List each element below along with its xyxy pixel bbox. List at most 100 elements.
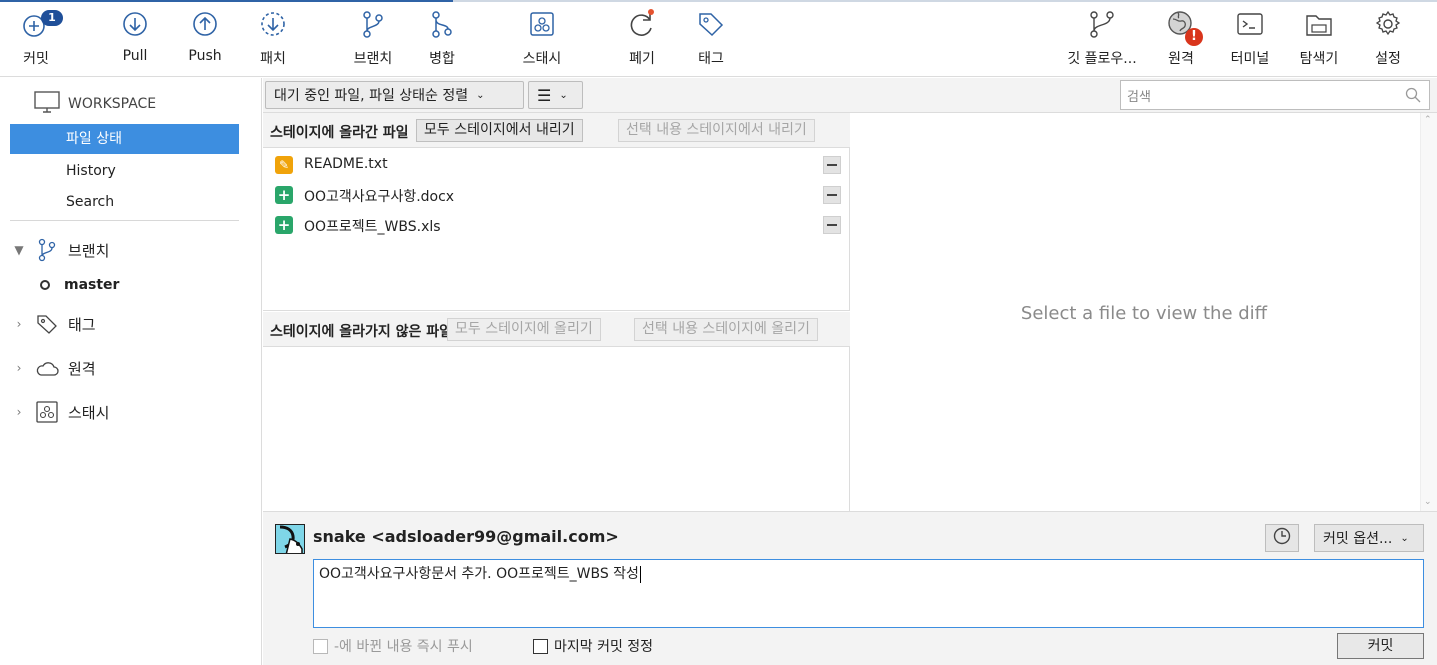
remote-button[interactable]: ! 원격 [1141,8,1221,68]
scroll-up-icon[interactable]: ⌃ [1424,115,1432,125]
terminal-button[interactable]: 터미널 [1210,8,1290,68]
commit-date-button[interactable] [1265,524,1299,552]
file-name: README.txt [304,156,388,172]
discard-dot [648,9,654,15]
tag-icon [695,8,727,40]
stash-icon [34,399,60,425]
branch-item-master[interactable]: master [40,274,119,296]
pull-label: Pull [122,48,148,64]
current-branch-icon [40,280,50,290]
unstage-file-button[interactable] [823,216,841,234]
stage-selected-button[interactable]: 선택 내용 스테이지에 올리기 [634,318,818,341]
branch-label: 브랜치 [353,51,393,67]
push-immediately-checkbox[interactable]: -에 바뀐 내용 즉시 푸시 [313,636,473,656]
branch-button[interactable]: 브랜치 [333,8,413,68]
scroll-down-icon[interactable]: ⌄ [1424,497,1432,507]
commit-submit-button[interactable]: 커밋 [1337,633,1424,659]
file-name: OO프로젝트_WBS.xls [304,219,441,235]
diff-view[interactable]: Select a file to view the diff ⌃ ⌄ [851,113,1437,511]
file-sort-select[interactable]: 대기 중인 파일, 파일 상태순 정렬 ⌄ [265,81,524,109]
commit-button[interactable]: 1 커밋 [0,8,76,68]
search-icon [1405,87,1421,107]
merge-button[interactable]: 병합 [402,8,482,68]
sidebar-item-history[interactable]: History [10,156,239,186]
added-status-icon: + [275,186,293,204]
file-row[interactable]: ✎ README.txt [263,150,850,180]
sidebar-group-branches[interactable]: ▼ 브랜치 [12,236,109,264]
fetch-dashed-circle-icon [257,8,289,40]
file-row[interactable]: + OO프로젝트_WBS.xls [263,210,850,240]
explorer-label: 탐색기 [1299,51,1339,67]
text-caret [639,565,641,583]
unstaged-files-pane: 스테이지에 올라가지 않은 파일 모두 스테이지에 올리기 선택 내용 스테이지… [263,312,850,511]
workspace-header: WORKSPACE [34,91,157,117]
branch-icon [34,237,60,263]
unstaged-header: 스테이지에 올라가지 않은 파일 모두 스테이지에 올리기 선택 내용 스테이지… [263,312,850,347]
pull-button[interactable]: Pull [95,8,175,64]
stashes-label: 스태시 [68,403,110,422]
fetch-button[interactable]: 패치 [233,8,313,68]
settings-button[interactable]: 설정 [1348,8,1428,68]
search-input[interactable]: 검색 [1120,80,1430,110]
amend-last-label: 마지막 커밋 정정 [554,639,654,655]
stage-all-button[interactable]: 모두 스테이지에 올리기 [447,318,601,341]
sidebar-group-stashes[interactable]: › 스태시 [12,398,109,426]
git-flow-button[interactable]: 깃 플로우... [1062,8,1142,68]
commit-count-badge: 1 [41,10,63,26]
pull-arrow-down-icon [119,8,151,40]
added-status-icon: + [275,216,293,234]
unstage-file-button[interactable] [823,156,841,174]
unstage-file-button[interactable] [823,186,841,204]
unstage-all-button[interactable]: 모두 스테이지에서 내리기 [416,119,583,142]
discard-label: 폐기 [629,51,655,67]
stash-icon [526,8,558,40]
globe-warning-icon: ! [1165,8,1203,46]
merge-label: 병합 [429,51,455,67]
discard-icon [626,8,658,40]
commit-message-input[interactable]: OO고객사요구사항문서 추가. OO프로젝트_WBS 작성 [313,559,1424,628]
tag-label: 태그 [698,51,724,67]
commit-area: snake <adsloader99@gmail.com> 커밋 옵션... ⌄… [263,511,1437,665]
merge-icon [426,8,458,40]
branches-label: 브랜치 [68,241,110,260]
staged-header: 스테이지에 올라간 파일 모두 스테이지에서 내리기 선택 내용 스테이지에서 … [263,113,850,148]
file-row[interactable]: + OO고객사요구사항.docx [263,180,850,210]
git-flow-icon [1086,8,1118,40]
sidebar-group-remotes[interactable]: › 원격 [12,354,96,382]
checkbox-box [313,638,328,654]
workspace-label: WORKSPACE [68,96,157,112]
push-immediately-label: -에 바뀐 내용 즉시 푸시 [334,639,473,655]
stash-button[interactable]: 스태시 [502,8,582,68]
file-name: OO고객사요구사항.docx [304,189,455,205]
sidebar-item-search[interactable]: Search [10,187,239,217]
remote-label: 원격 [1168,51,1194,67]
commit-options-label: 커밋 옵션... [1323,531,1393,547]
tag-button[interactable]: 태그 [671,8,751,68]
chevron-down-icon: ⌄ [476,89,485,101]
terminal-icon [1234,8,1266,40]
unstage-selected-button[interactable]: 선택 내용 스테이지에서 내리기 [618,119,815,142]
chevron-right-icon: › [16,317,22,331]
commit-options-select[interactable]: 커밋 옵션... ⌄ [1314,524,1424,552]
fetch-label: 패치 [260,51,286,67]
sidebar: WORKSPACE 파일 상태 History Search ▼ 브랜치 mas… [0,78,262,665]
clock-icon [1273,527,1291,549]
diff-scrollbar[interactable]: ⌃ ⌄ [1420,113,1437,511]
chevron-right-icon: › [16,361,22,375]
remote-warning-badge: ! [1185,28,1203,46]
discard-button[interactable]: 폐기 [602,8,682,68]
diff-placeholder: Select a file to view the diff [1020,303,1268,324]
explorer-button[interactable]: 탐색기 [1279,8,1359,68]
gear-icon [1372,8,1404,40]
filter-bar: 대기 중인 파일, 파일 상태순 정렬 ⌄ ☰ ⌄ 검색 [263,78,1437,113]
monitor-icon [34,91,60,117]
branch-icon [357,8,389,40]
staged-files-pane: 스테이지에 올라간 파일 모두 스테이지에서 내리기 선택 내용 스테이지에서 … [263,113,850,311]
cloud-icon [34,355,60,381]
chevron-right-icon: › [16,405,22,419]
sidebar-group-tags[interactable]: › 태그 [12,310,96,338]
sidebar-item-file-status[interactable]: 파일 상태 [10,124,239,154]
view-mode-select[interactable]: ☰ ⌄ [528,81,583,109]
sidebar-divider [10,220,239,221]
amend-last-checkbox[interactable]: 마지막 커밋 정정 [533,636,653,656]
